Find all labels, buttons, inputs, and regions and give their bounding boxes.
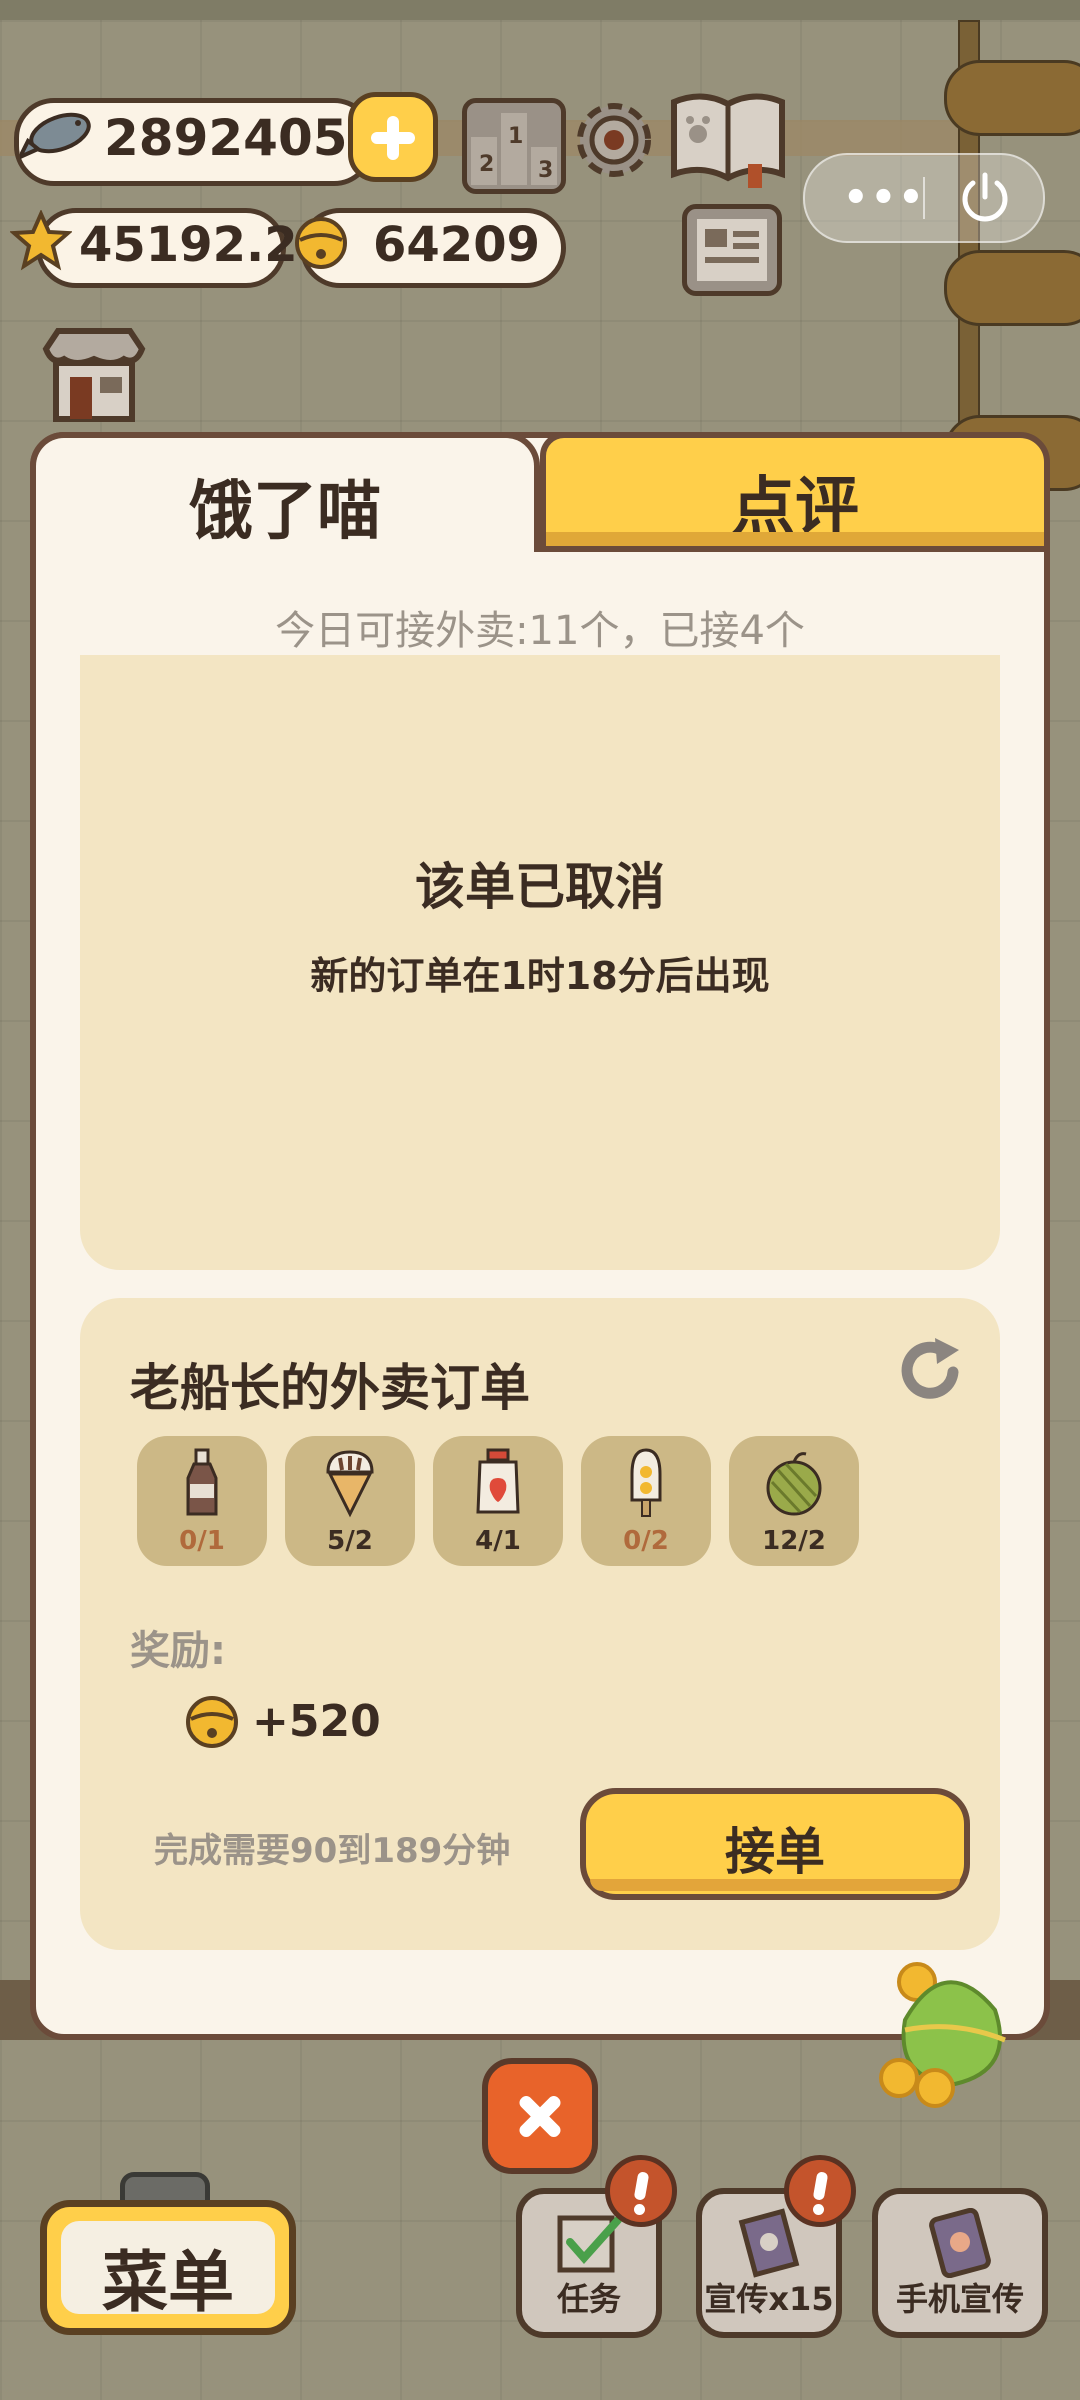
strawberry-jam-icon bbox=[476, 1448, 520, 1514]
popsicle-icon bbox=[630, 1448, 662, 1517]
bell-icon bbox=[295, 217, 347, 269]
rope-ladder bbox=[944, 20, 1080, 491]
order-item: 12/2 bbox=[729, 1436, 859, 1566]
completion-time-note: 完成需要90到189分钟 bbox=[154, 1831, 511, 1871]
alert-badge-icon bbox=[605, 2155, 677, 2227]
gear-icon[interactable] bbox=[568, 92, 660, 188]
phone-promo-label: 手机宣传 bbox=[895, 2280, 1024, 2318]
accept-order-button[interactable]: 接单 bbox=[580, 1788, 970, 1900]
order-item: 0/2 bbox=[581, 1436, 711, 1566]
phone-flyer-icon bbox=[929, 2208, 991, 2278]
item-count: 4/1 bbox=[475, 1526, 521, 1556]
delivery-quota-text: 今日可接外卖:11个，已接4个 bbox=[275, 608, 805, 654]
order-card: 老船长的外卖订单 0/1 5/2 4/1 0/2 12/2 奖励: +520 完… bbox=[80, 1298, 1000, 1950]
order-title: 老船长的外卖订单 bbox=[130, 1359, 530, 1417]
item-count: 12/2 bbox=[762, 1526, 826, 1556]
ice-cream-cone-icon bbox=[326, 1450, 374, 1518]
phone-promo-button[interactable]: 手机宣传 bbox=[872, 2188, 1048, 2338]
checkbox-icon bbox=[557, 2215, 622, 2273]
star-currency-pill: 45192.2 bbox=[36, 208, 298, 288]
shop-icon[interactable] bbox=[40, 325, 148, 425]
star-count: 45192.2 bbox=[79, 217, 298, 273]
add-fish-button[interactable] bbox=[348, 92, 438, 182]
mini-program-capsule: ••• bbox=[803, 153, 1045, 243]
item-count: 5/2 bbox=[327, 1526, 373, 1556]
svg-text:3: 3 bbox=[538, 158, 553, 183]
star-icon bbox=[10, 210, 72, 271]
tasks-label: 任务 bbox=[556, 2280, 621, 2318]
newspaper-icon[interactable] bbox=[682, 204, 782, 296]
rope-knot bbox=[944, 60, 1080, 136]
tab-delivery-label: 饿了喵 bbox=[189, 475, 381, 549]
status-strip bbox=[0, 0, 1080, 22]
promo-label: 宣传x15 bbox=[704, 2280, 834, 2318]
close-panel-button[interactable] bbox=[482, 2058, 598, 2174]
fish-icon bbox=[20, 112, 91, 160]
menu-button[interactable]: 菜单 bbox=[40, 2200, 296, 2335]
bottle-icon bbox=[186, 1448, 218, 1516]
more-options-icon[interactable]: ••• bbox=[843, 175, 926, 221]
rope-knot bbox=[944, 250, 1080, 326]
menu-button-label: 菜单 bbox=[102, 2244, 234, 2321]
capsule-divider bbox=[923, 177, 925, 219]
item-count: 0/2 bbox=[623, 1526, 669, 1556]
reward-value: +520 bbox=[252, 1696, 381, 1747]
power-icon[interactable] bbox=[955, 167, 1015, 227]
cancelled-order-card: 该单已取消 新的订单在1时18分后出现 bbox=[80, 655, 1000, 1270]
leaderboard-icon[interactable]: 2 1 3 bbox=[462, 98, 566, 194]
svg-text:1: 1 bbox=[508, 124, 523, 149]
svg-text:2: 2 bbox=[479, 152, 494, 177]
alert-badge-icon bbox=[784, 2155, 856, 2227]
tab-delivery[interactable]: 饿了喵 bbox=[30, 432, 540, 552]
order-item: 0/1 bbox=[137, 1436, 267, 1566]
bell-icon bbox=[186, 1696, 238, 1748]
next-order-timer: 新的订单在1时18分后出现 bbox=[310, 954, 770, 998]
item-count: 0/1 bbox=[179, 1526, 225, 1556]
zongzi-gift-icon[interactable] bbox=[875, 1960, 1025, 2120]
refresh-icon[interactable] bbox=[895, 1336, 965, 1406]
accept-order-label: 接单 bbox=[725, 1823, 825, 1881]
paw-book-icon[interactable] bbox=[668, 90, 788, 190]
cancelled-title: 该单已取消 bbox=[415, 858, 665, 916]
order-item: 4/1 bbox=[433, 1436, 563, 1566]
order-item: 5/2 bbox=[285, 1436, 415, 1566]
tab-review[interactable]: 点评 bbox=[540, 432, 1050, 552]
flyer-icon bbox=[738, 2208, 800, 2278]
tab-review-label: 点评 bbox=[731, 471, 859, 545]
bell-count: 64209 bbox=[373, 217, 540, 273]
reward-label: 奖励: bbox=[130, 1628, 226, 1674]
melon-icon bbox=[766, 1452, 822, 1516]
